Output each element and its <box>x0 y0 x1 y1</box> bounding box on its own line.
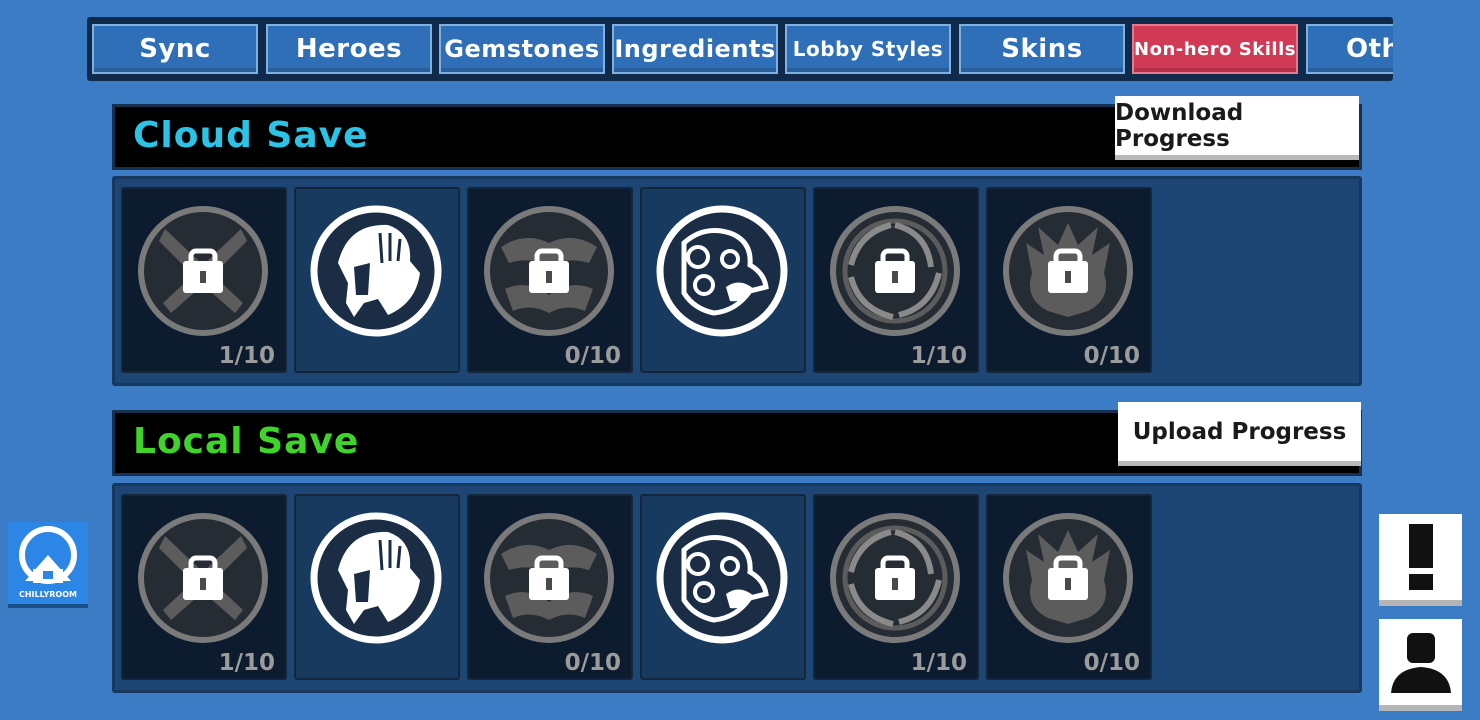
vortex-icon <box>830 513 960 643</box>
item-progress-count: 0/10 <box>1083 650 1140 676</box>
category-tab-bar: Sync Heroes Gemstones Ingredients Lobby … <box>87 17 1393 81</box>
tab-lobby-styles[interactable]: Lobby Styles <box>785 24 951 74</box>
tab-sync[interactable]: Sync <box>92 24 258 74</box>
alert-button[interactable] <box>1379 514 1462 606</box>
local-save-items: 1/10 0/10 1/10 0/10 <box>112 483 1362 693</box>
tab-skins[interactable]: Skins <box>959 24 1125 74</box>
cloud-save-title: Cloud Save <box>133 115 369 156</box>
demon-face-icon <box>484 206 614 336</box>
cloud-item-beast-face[interactable]: 0/10 <box>986 187 1152 373</box>
user-icon <box>1390 633 1451 693</box>
logo-text: CHILLYROOM <box>19 590 77 599</box>
tab-gemstones[interactable]: Gemstones <box>439 24 605 74</box>
cloud-item-crossed-blades[interactable]: 1/10 <box>121 187 287 373</box>
cloud-item-demon-face[interactable]: 0/10 <box>467 187 633 373</box>
tab-ingredients[interactable]: Ingredients <box>612 24 778 74</box>
tab-others[interactable]: Oth <box>1306 24 1393 74</box>
item-progress-count: 1/10 <box>910 650 967 676</box>
cloud-item-vortex[interactable]: 1/10 <box>813 187 979 373</box>
spartan-helmet-icon <box>310 205 442 337</box>
item-progress-count: 1/10 <box>218 343 275 369</box>
spartan-helmet-icon <box>310 512 442 644</box>
exclamation-icon <box>1408 524 1433 590</box>
cloud-item-octopus[interactable] <box>640 187 806 373</box>
tab-non-hero-skills[interactable]: Non-hero Skills <box>1132 24 1298 74</box>
local-item-spartan-helmet[interactable] <box>294 494 460 680</box>
octopus-icon <box>656 205 788 337</box>
account-button[interactable] <box>1379 619 1462 711</box>
tab-heroes[interactable]: Heroes <box>266 24 432 74</box>
chillyroom-logo-icon: CHILLYROOM <box>19 526 77 599</box>
beast-face-icon <box>1003 513 1133 643</box>
cloud-save-items: 1/10 0/10 1/10 0/10 <box>112 176 1362 386</box>
local-item-crossed-blades[interactable]: 1/10 <box>121 494 287 680</box>
cloud-item-spartan-helmet[interactable] <box>294 187 460 373</box>
item-progress-count: 1/10 <box>910 343 967 369</box>
item-progress-count: 0/10 <box>564 650 621 676</box>
item-progress-count: 0/10 <box>1083 343 1140 369</box>
upload-progress-button[interactable]: Upload Progress <box>1118 402 1361 466</box>
vortex-icon <box>830 206 960 336</box>
item-progress-count: 0/10 <box>564 343 621 369</box>
item-progress-count: 1/10 <box>218 650 275 676</box>
local-item-demon-face[interactable]: 0/10 <box>467 494 633 680</box>
local-item-beast-face[interactable]: 0/10 <box>986 494 1152 680</box>
local-item-octopus[interactable] <box>640 494 806 680</box>
local-item-vortex[interactable]: 1/10 <box>813 494 979 680</box>
crossed-blades-icon <box>138 513 268 643</box>
download-progress-button[interactable]: Download Progress <box>1115 96 1359 160</box>
crossed-blades-icon <box>138 206 268 336</box>
local-save-title: Local Save <box>133 421 360 462</box>
beast-face-icon <box>1003 206 1133 336</box>
demon-face-icon <box>484 513 614 643</box>
octopus-icon <box>656 512 788 644</box>
chillyroom-logo[interactable]: CHILLYROOM <box>8 522 88 608</box>
